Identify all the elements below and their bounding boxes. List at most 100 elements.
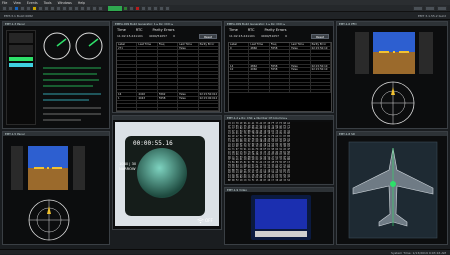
menu-view[interactable]: View — [13, 1, 21, 5]
column-header[interactable]: Label — [117, 43, 138, 46]
table-cell: False — [290, 64, 311, 68]
layout-select[interactable] — [413, 6, 423, 11]
settings-icon[interactable] — [38, 5, 43, 11]
menu-events[interactable]: Events — [27, 1, 38, 5]
pause-icon[interactable] — [129, 5, 134, 11]
wifi-status: OFF — [205, 218, 213, 223]
chart-icon[interactable] — [50, 5, 55, 11]
table-row[interactable] — [117, 107, 220, 112]
table-cell — [290, 78, 311, 82]
table-cell — [199, 86, 220, 89]
new-icon[interactable] — [2, 5, 7, 11]
altitude-tape — [419, 32, 433, 74]
run-button[interactable] — [108, 5, 122, 11]
play-icon[interactable] — [123, 5, 128, 11]
table-cell — [290, 60, 311, 64]
open-icon[interactable] — [8, 5, 13, 11]
table-cell: 02:15:50:10 — [311, 68, 332, 71]
stop-icon[interactable] — [135, 5, 140, 11]
column-header[interactable]: Last Time — [290, 43, 311, 46]
column-header[interactable]: Freq — [158, 43, 179, 46]
table-cell: 02:15:50:10 — [311, 46, 332, 50]
table-cell — [249, 78, 270, 82]
table-cell — [158, 68, 179, 71]
table-cell — [199, 60, 220, 64]
table-cell: 02:15:50:012 — [199, 93, 220, 96]
warning-icon[interactable] — [32, 5, 37, 11]
data-grid-right: Label Last Time Freq Last Time Parity Error 0… — [228, 42, 332, 112]
window-select[interactable] — [437, 6, 447, 11]
menu-help[interactable]: Help — [78, 1, 85, 5]
wifi-icon — [197, 218, 204, 224]
ecam-panel-top-left: EMT-1-3 Panel — [2, 21, 110, 129]
panel-header: EMT-1-6 PFD — [337, 22, 447, 26]
table-cell: 5558 — [158, 96, 179, 100]
panel-header: EMT-1-5 Panel — [3, 132, 109, 136]
mcdu-display — [251, 195, 311, 240]
menu-windows[interactable]: Windows — [58, 1, 72, 5]
info-icon[interactable] — [98, 5, 103, 11]
fast-forward-icon[interactable] — [147, 5, 152, 11]
table-cell — [158, 46, 179, 50]
table-cell — [137, 64, 158, 68]
hex-dump-panel: EMT-1-2 ▸ Rx: Ch0: ▸ Number Of Columns ▸… — [224, 115, 334, 185]
rtc-label: RTC — [135, 28, 143, 32]
table-cell — [270, 82, 291, 86]
menu-tools[interactable]: Tools — [44, 1, 52, 5]
table-cell — [270, 75, 291, 78]
column-header[interactable]: Last Time — [178, 43, 199, 46]
time-value: 11:02:15.241101 — [117, 34, 143, 38]
table-cell — [311, 86, 332, 89]
table-cell — [117, 86, 138, 89]
status-bar-cyan — [9, 63, 33, 67]
table-cell — [178, 71, 199, 75]
zoom-icon[interactable] — [62, 5, 67, 11]
link-icon[interactable] — [80, 5, 85, 11]
table-row[interactable] — [229, 89, 332, 94]
column-header[interactable]: Last Time — [249, 43, 270, 46]
reset-button[interactable]: Reset — [311, 34, 329, 39]
window-icon[interactable] — [68, 5, 73, 11]
table-cell — [137, 82, 158, 86]
video-panel-center: 00:00:55.16 1080 | 30 NARROW OFF — [112, 115, 222, 230]
column-header[interactable]: Last Time — [137, 43, 158, 46]
table-cell — [117, 104, 138, 107]
table-cell — [158, 100, 179, 104]
reset-button[interactable]: Reset — [199, 34, 217, 39]
rtc-label: RTC — [247, 28, 255, 32]
table-cell — [249, 60, 270, 64]
camera-icon[interactable] — [165, 5, 170, 11]
layout-icon[interactable] — [74, 5, 79, 11]
table-cell — [290, 57, 311, 60]
column-header[interactable]: Freq — [270, 43, 291, 46]
copy-icon[interactable] — [26, 5, 31, 11]
step-icon[interactable] — [141, 5, 146, 11]
table-cell — [249, 86, 270, 89]
build-label: EMT-3.1 Build 0082 — [4, 14, 33, 18]
rewind-icon[interactable] — [153, 5, 158, 11]
menu-file[interactable]: File — [2, 1, 7, 5]
table-summary: Time RTC Parity Errors — [225, 26, 333, 34]
filter-icon[interactable] — [56, 5, 61, 11]
grid-icon[interactable] — [44, 5, 49, 11]
column-header[interactable]: Parity Error — [311, 43, 332, 46]
bottom-video-panel: EMT-1-9 Video — [224, 187, 334, 245]
column-header[interactable]: Parity Error — [199, 43, 220, 46]
table-cell — [229, 82, 250, 86]
table-cell — [137, 107, 158, 111]
column-header[interactable]: Label — [229, 43, 250, 46]
table-cell: 1 — [117, 96, 138, 100]
table-cell — [137, 100, 158, 104]
loop-icon[interactable] — [159, 5, 164, 11]
record-icon[interactable] — [86, 5, 91, 11]
table-cell — [137, 57, 158, 60]
table-cell — [270, 60, 291, 64]
table-cell — [249, 82, 270, 86]
view-select[interactable] — [425, 6, 435, 11]
table-cell — [270, 71, 291, 75]
clock-icon[interactable] — [92, 5, 97, 11]
cut-icon[interactable] — [20, 5, 25, 11]
readout — [9, 33, 33, 43]
save-icon[interactable] — [14, 5, 19, 11]
table-cell — [249, 71, 270, 75]
